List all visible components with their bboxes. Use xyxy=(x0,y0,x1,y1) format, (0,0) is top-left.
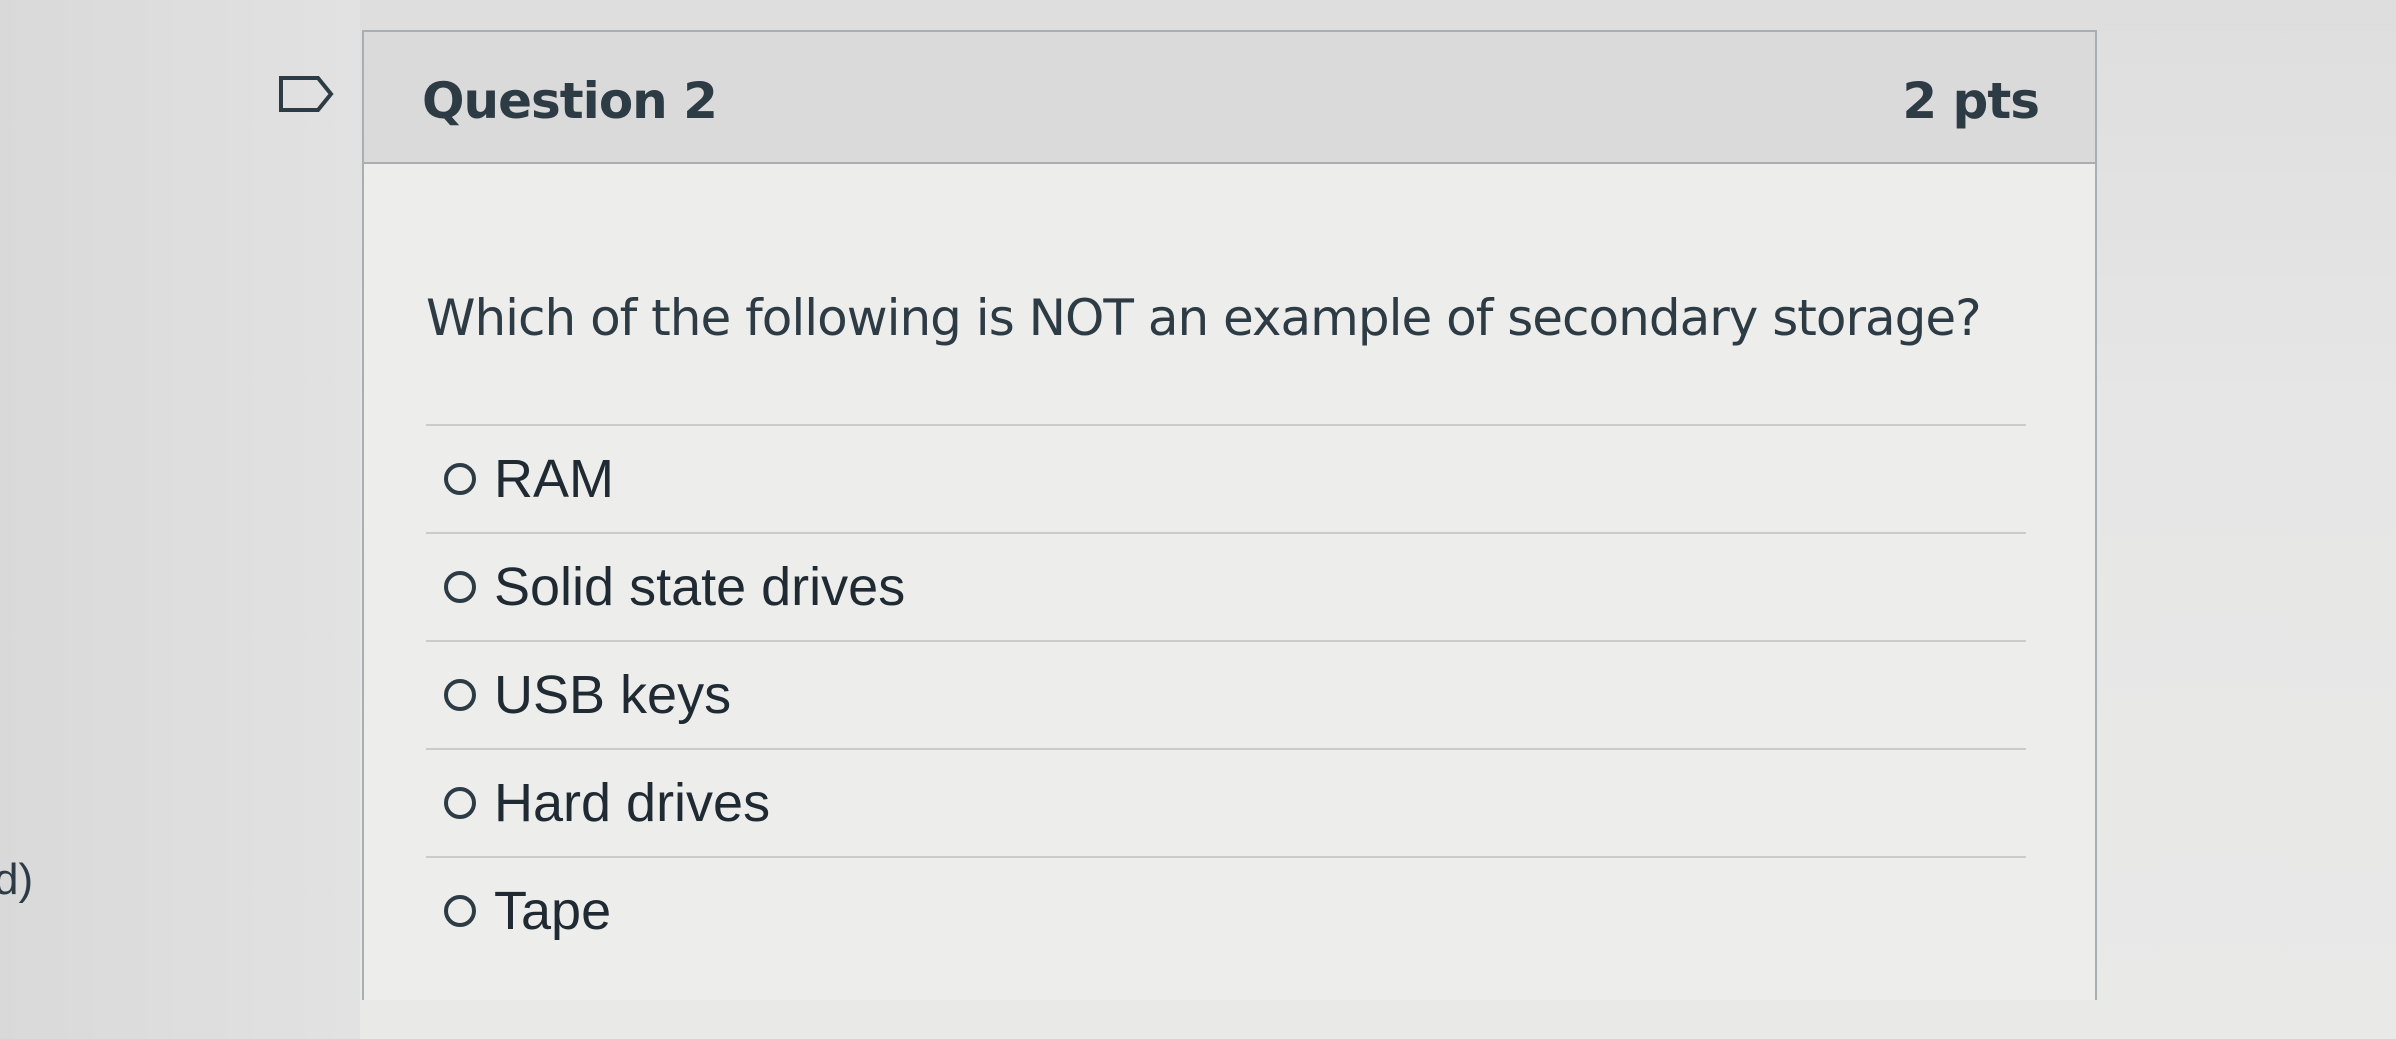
answer-option-ram[interactable]: RAM xyxy=(426,424,2026,532)
answer-list: RAM Solid state drives USB keys Hard dri… xyxy=(426,424,2026,964)
answer-option-tape[interactable]: Tape xyxy=(426,856,2026,964)
answer-option-usb-keys[interactable]: USB keys xyxy=(426,640,2026,748)
radio-button-icon[interactable] xyxy=(444,679,476,711)
answer-label: Tape xyxy=(494,881,612,941)
answer-label: USB keys xyxy=(494,665,732,725)
question-header: Question 2 2 pts xyxy=(364,32,2095,164)
radio-button-icon[interactable] xyxy=(444,463,476,495)
question-body: Which of the following is NOT an example… xyxy=(364,164,2095,1000)
question-card: Question 2 2 pts Which of the following … xyxy=(362,30,2097,1000)
answer-option-solid-state-drives[interactable]: Solid state drives xyxy=(426,532,2026,640)
page-background xyxy=(0,0,360,1039)
radio-button-icon[interactable] xyxy=(444,895,476,927)
answer-option-hard-drives[interactable]: Hard drives xyxy=(426,748,2026,856)
answer-label: RAM xyxy=(494,449,614,509)
radio-button-icon[interactable] xyxy=(444,787,476,819)
question-title: Question 2 xyxy=(422,72,718,130)
flag-question-icon[interactable] xyxy=(278,75,334,113)
question-text: Which of the following is NOT an example… xyxy=(426,289,1982,347)
side-text-fragment: d) xyxy=(0,855,34,904)
answer-label: Solid state drives xyxy=(494,557,906,617)
answer-label: Hard drives xyxy=(494,773,771,833)
radio-button-icon[interactable] xyxy=(444,571,476,603)
question-points: 2 pts xyxy=(1902,72,2040,130)
